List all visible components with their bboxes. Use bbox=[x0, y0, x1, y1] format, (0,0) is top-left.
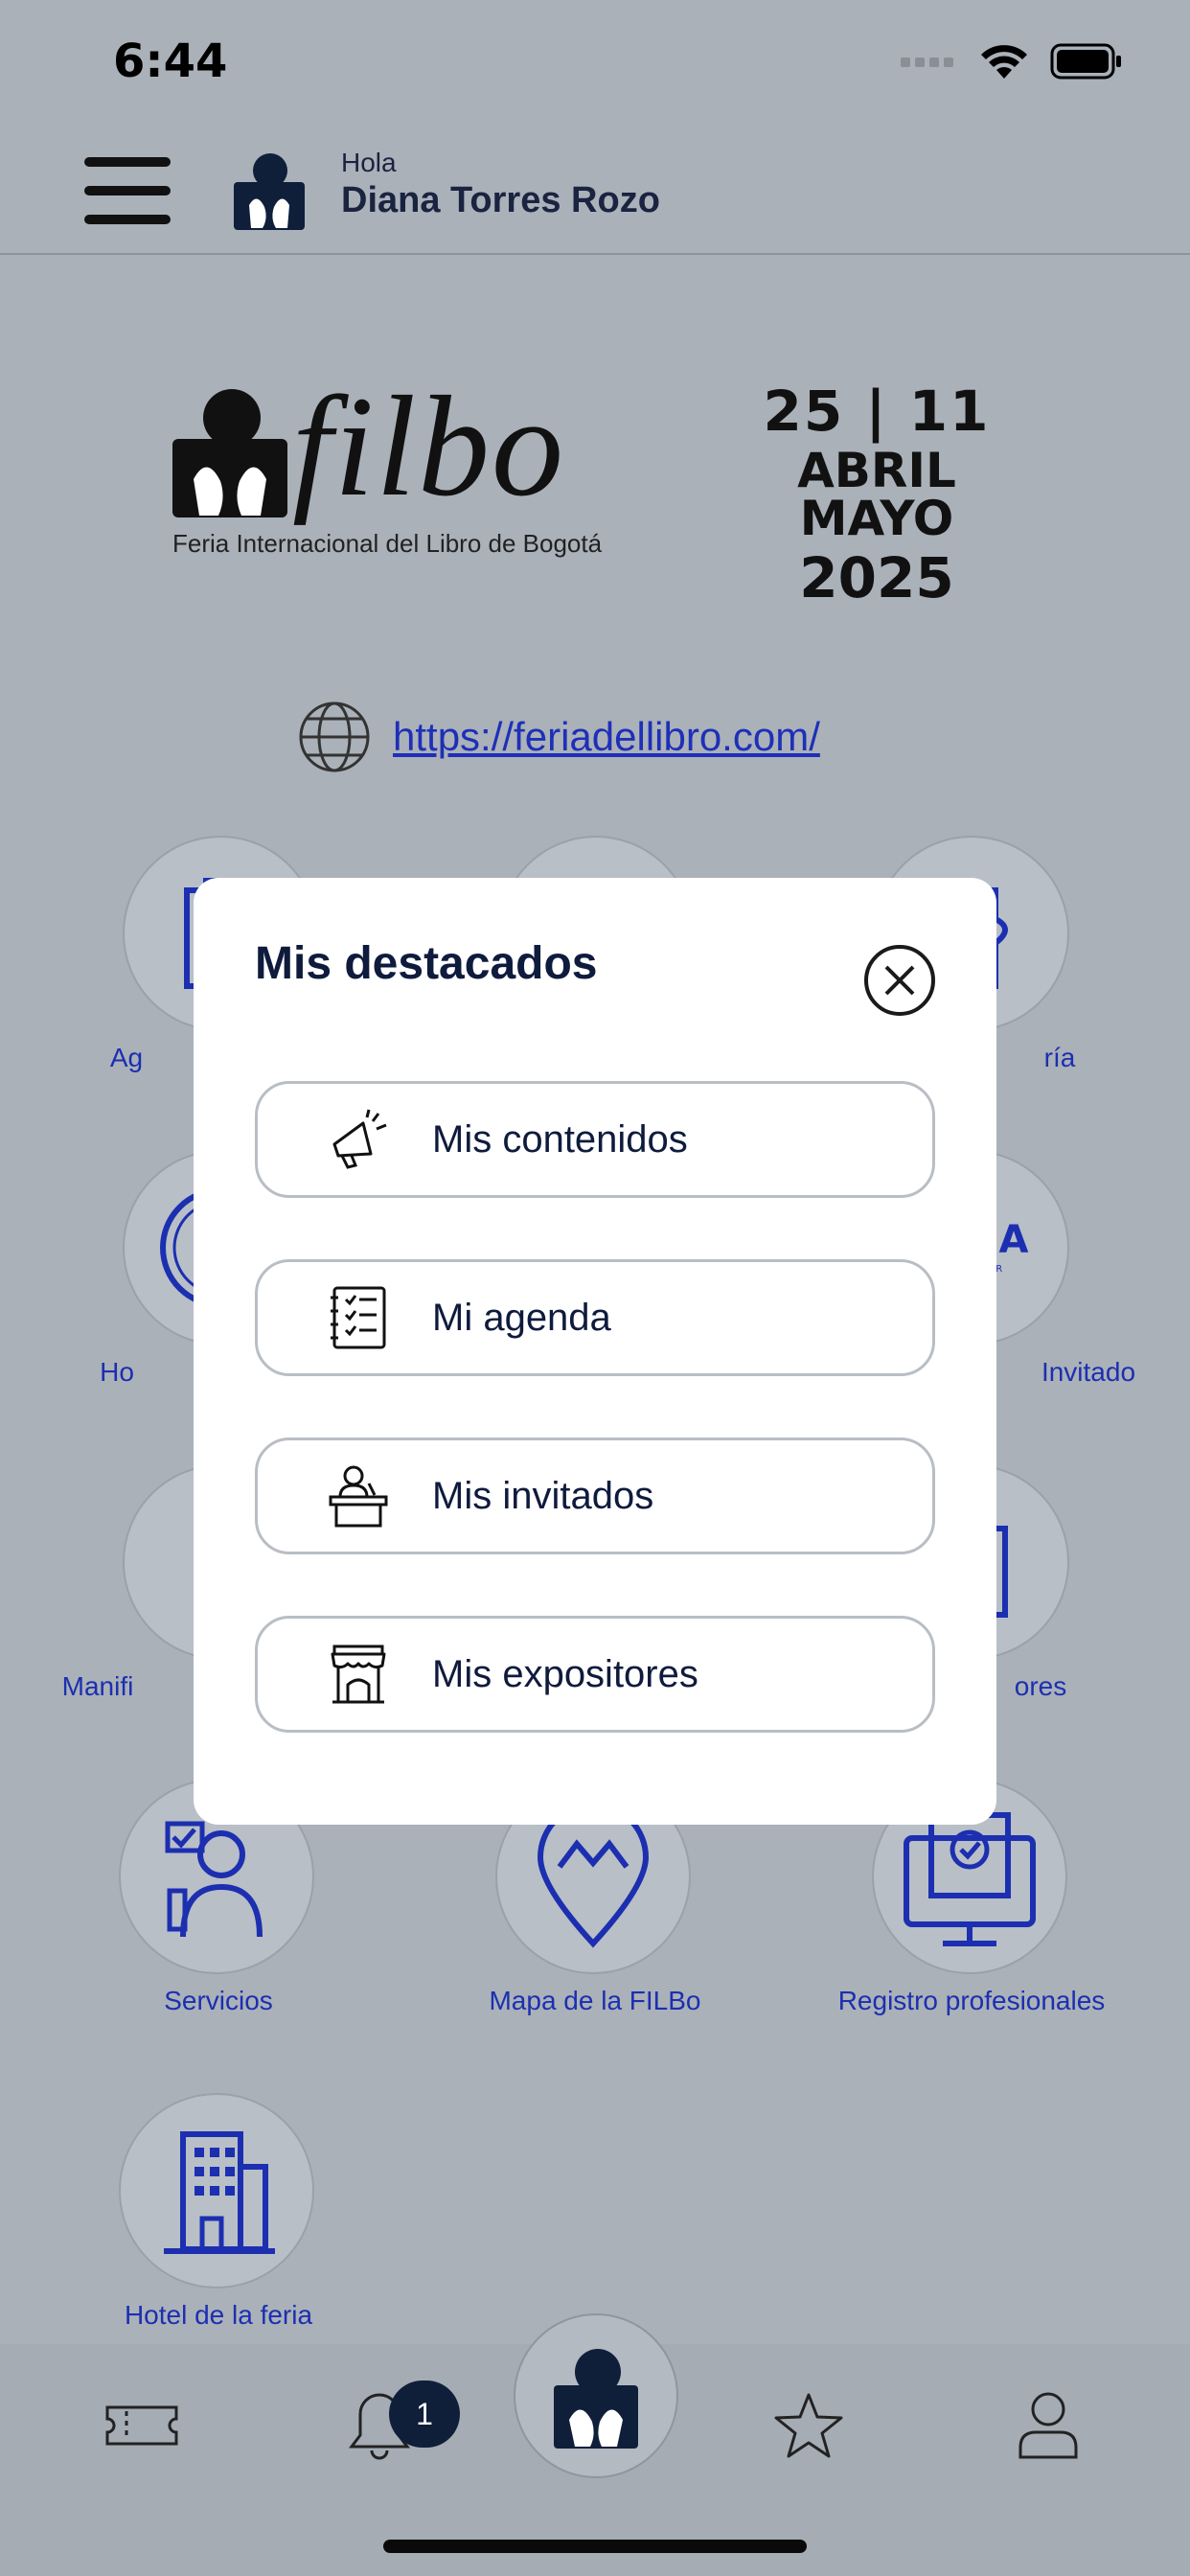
mis-expositores-button[interactable]: Mis expositores bbox=[255, 1616, 935, 1733]
tile-servicios-label: Servicios bbox=[164, 1986, 273, 2015]
filbo-subtitle: Feria Internacional del Libro de Bogotá bbox=[172, 529, 603, 558]
wifi-icon bbox=[981, 45, 1027, 79]
website-link[interactable]: https://feriadellibro.com/ bbox=[393, 714, 820, 760]
star-icon bbox=[774, 2393, 843, 2458]
close-icon bbox=[884, 965, 915, 996]
event-dates: 25 | 11 ABRIL MAYO 2025 bbox=[763, 379, 991, 610]
close-button[interactable] bbox=[864, 945, 935, 1016]
user-name: Diana Torres Rozo bbox=[341, 180, 660, 220]
tile-mapa-label: Mapa de la FILBo bbox=[489, 1986, 701, 2015]
notification-badge: 1 bbox=[389, 2380, 460, 2448]
signal-icon bbox=[901, 58, 953, 67]
tile-registro-label: Registro profesionales bbox=[837, 1986, 1106, 2015]
app-header: Hola Diana Torres Rozo bbox=[0, 125, 1190, 255]
mi-agenda-label: Mi agenda bbox=[432, 1296, 611, 1339]
speaker-podium-icon bbox=[315, 1453, 401, 1539]
mis-invitados-button[interactable]: Mis invitados bbox=[255, 1438, 935, 1554]
mis-contenidos-label: Mis contenidos bbox=[432, 1117, 688, 1161]
checklist-notebook-icon bbox=[315, 1275, 401, 1361]
filbo-logo: filbo Feria Internacional del Libro de B… bbox=[163, 364, 1025, 606]
hotel-building-icon bbox=[119, 2093, 314, 2288]
website-row: https://feriadellibro.com/ bbox=[297, 700, 820, 774]
market-stall-icon bbox=[315, 1631, 401, 1717]
filbo-figure-icon bbox=[172, 389, 287, 518]
mis-expositores-label: Mis expositores bbox=[432, 1652, 698, 1695]
mis-destacados-modal: Mis destacados Mis contenidos Mi agenda … bbox=[194, 878, 996, 1825]
greeting-label: Hola bbox=[341, 148, 397, 177]
status-icons bbox=[901, 42, 1123, 80]
home-fab-button[interactable] bbox=[514, 2313, 678, 2478]
mis-invitados-label: Mis invitados bbox=[432, 1474, 654, 1517]
mis-contenidos-button[interactable]: Mis contenidos bbox=[255, 1081, 935, 1198]
ticket-icon bbox=[105, 2405, 178, 2446]
nav-profile[interactable] bbox=[1000, 2382, 1096, 2469]
nav-favorites[interactable] bbox=[761, 2382, 857, 2469]
tile-hotel[interactable]: Hotel de la feria bbox=[36, 2093, 400, 2342]
home-indicator bbox=[383, 2540, 807, 2553]
battery-icon bbox=[1050, 43, 1121, 80]
filbo-home-icon bbox=[554, 2349, 638, 2449]
filbo-wordmark: filbo bbox=[292, 367, 566, 526]
globe-icon bbox=[299, 702, 370, 772]
status-time: 6:44 bbox=[113, 34, 228, 88]
tile-hotel-label: Hotel de la feria bbox=[124, 2300, 313, 2330]
megaphone-icon bbox=[315, 1096, 401, 1183]
modal-title: Mis destacados bbox=[255, 938, 598, 989]
user-icon bbox=[1018, 2392, 1078, 2459]
filbo-avatar-icon bbox=[234, 153, 305, 230]
menu-button[interactable] bbox=[84, 157, 171, 224]
nav-tickets[interactable] bbox=[94, 2382, 190, 2469]
status-bar: 6:44 bbox=[0, 0, 1190, 125]
mi-agenda-button[interactable]: Mi agenda bbox=[255, 1259, 935, 1376]
